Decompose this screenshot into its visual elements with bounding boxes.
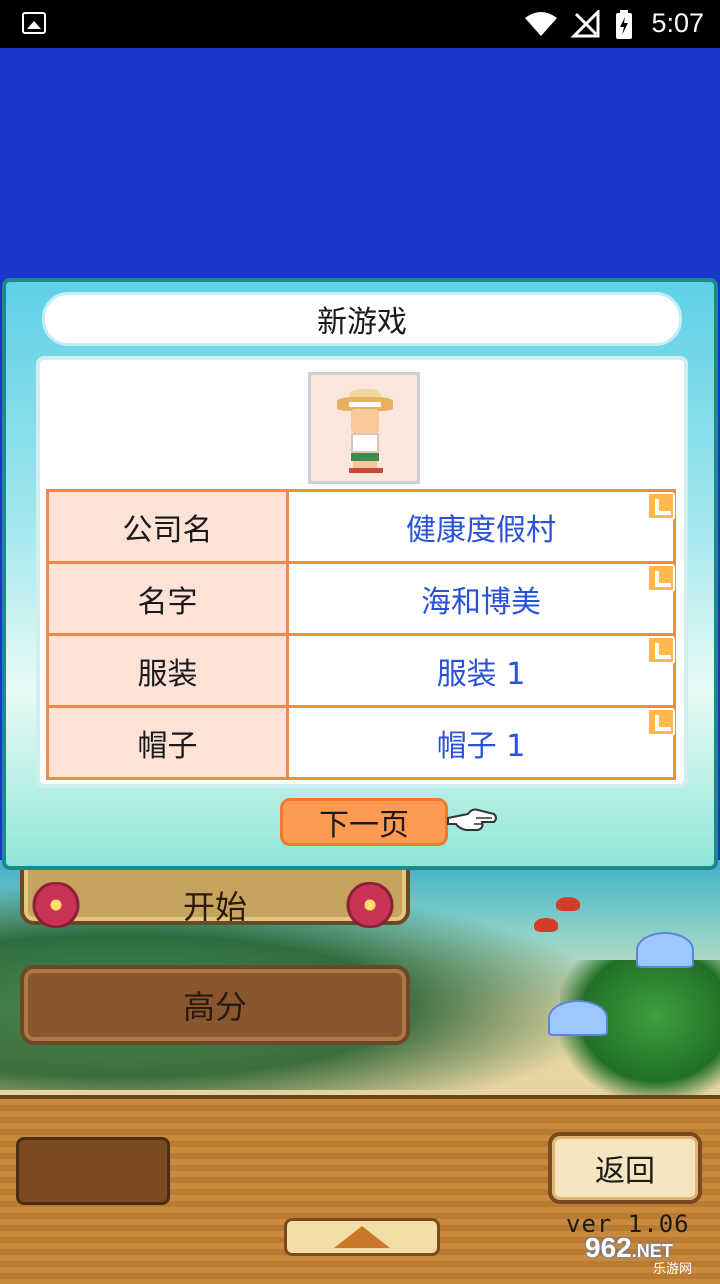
edit-pencil-icon[interactable] xyxy=(647,492,675,520)
hat-value[interactable]: 帽子 1 xyxy=(286,705,676,780)
settings-table: 公司名 健康度假村 名字 海和博美 服装 服装 1 帽子 帽子 1 xyxy=(46,489,676,780)
row-label: 服装 xyxy=(46,633,289,708)
hibiscus-flower-icon xyxy=(340,882,400,928)
player-name-row[interactable]: 名字 海和博美 xyxy=(46,561,676,636)
hibiscus-flower-icon xyxy=(26,882,86,928)
empty-slot xyxy=(16,1137,170,1205)
edit-pencil-icon[interactable] xyxy=(647,708,675,736)
battery-charging-icon xyxy=(616,10,632,39)
image-icon xyxy=(22,12,46,34)
watermark-brand: 962 xyxy=(585,1232,632,1263)
row-value-text: 帽子 1 xyxy=(436,728,526,764)
row-label: 公司名 xyxy=(46,489,289,564)
edit-pencil-icon[interactable] xyxy=(647,636,675,664)
high-score-button[interactable]: 高分 xyxy=(20,965,410,1045)
company-name-value[interactable]: 健康度假村 xyxy=(286,489,676,564)
status-time: 5:07 xyxy=(651,8,704,38)
character-portrait[interactable] xyxy=(306,370,422,486)
hat-row[interactable]: 帽子 帽子 1 xyxy=(46,705,676,780)
status-bar: 5:07 xyxy=(0,0,720,48)
wifi-icon xyxy=(525,12,557,36)
back-button-label: 返回 xyxy=(595,1154,655,1189)
start-button-label: 开始 xyxy=(182,888,247,926)
clothing-value[interactable]: 服装 1 xyxy=(286,633,676,708)
crab-icon xyxy=(534,918,558,932)
row-label: 名字 xyxy=(46,561,289,636)
watermark-text: 乐游网 xyxy=(653,1261,693,1276)
up-arrow-icon xyxy=(334,1226,390,1248)
row-value-text: 服装 1 xyxy=(436,656,526,692)
clothing-row[interactable]: 服装 服装 1 xyxy=(46,633,676,708)
dialog-title: 新游戏 xyxy=(42,292,682,346)
pointing-hand-icon xyxy=(447,808,497,831)
settings-panel: 公司名 健康度假村 名字 海和博美 服装 服装 1 帽子 帽子 1 xyxy=(36,356,688,788)
edit-pencil-icon[interactable] xyxy=(647,564,675,592)
crab-icon xyxy=(556,897,580,911)
back-button[interactable]: 返回 xyxy=(548,1132,702,1204)
scroll-up-button[interactable] xyxy=(284,1218,440,1256)
player-name-value[interactable]: 海和博美 xyxy=(286,561,676,636)
no-signal-icon xyxy=(570,10,600,38)
beach-umbrella-icon xyxy=(548,1000,608,1036)
dialog-title-text: 新游戏 xyxy=(317,305,407,340)
new-game-dialog: 新游戏 公司名 健康度假村 名字 海和博美 服装 服装 1 帽子 帽子 1 下一… xyxy=(2,278,718,870)
sky-background xyxy=(0,48,720,280)
watermark: 962.NET 乐游网 xyxy=(585,1232,715,1276)
beach-umbrella-icon xyxy=(636,932,694,968)
row-label: 帽子 xyxy=(46,705,289,780)
high-score-button-label: 高分 xyxy=(182,988,247,1026)
company-name-row[interactable]: 公司名 健康度假村 xyxy=(46,489,676,564)
next-page-label: 下一页 xyxy=(319,808,409,843)
row-value-text: 海和博美 xyxy=(421,584,541,620)
next-page-button[interactable]: 下一页 xyxy=(280,798,448,846)
row-value-text: 健康度假村 xyxy=(406,512,556,548)
